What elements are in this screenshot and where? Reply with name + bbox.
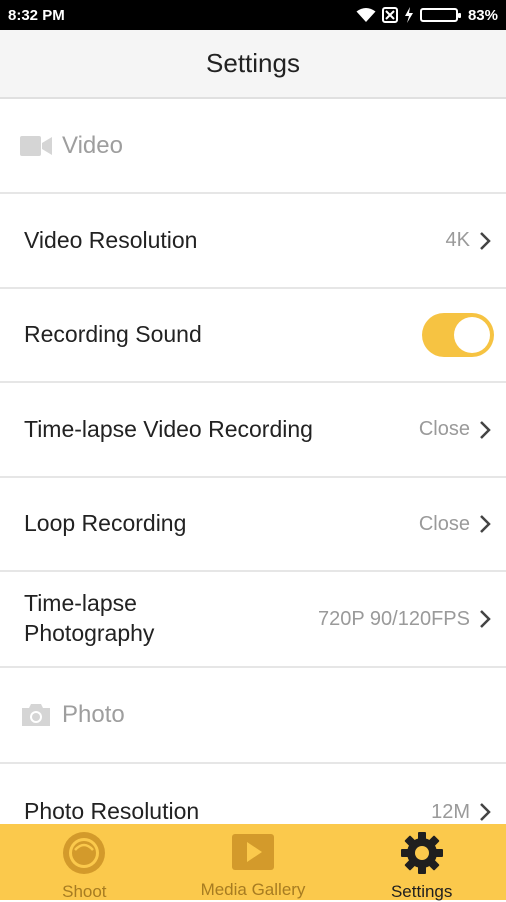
status-bar: 8:32 PM 83% [0,0,506,30]
page-title: Settings [206,48,300,78]
status-time: 8:32 PM [8,6,65,24]
section-photo: Photo [0,668,506,764]
chevron-right-icon [478,419,494,441]
battery-icon [419,8,461,22]
nav-shoot-label: Shoot [62,882,107,901]
section-video: Video [0,99,506,194]
nav-media-gallery[interactable]: Media Gallery [169,824,338,900]
bottom-nav: Shoot Media Gallery Settings [0,824,506,901]
battery-percent: 83% [467,6,498,24]
timelapse-video-value: Close [418,418,470,440]
photo-resolution-label: Photo Resolution [24,798,200,825]
section-photo-label: Photo [62,701,125,729]
chevron-right-icon [478,513,494,535]
nav-settings[interactable]: Settings [337,824,506,901]
timelapse-video-label: Time-lapse Video Recording [24,415,313,442]
recording-sound-row: Recording Sound [0,289,506,383]
chevron-right-icon [478,608,494,630]
timelapse-photo-label-line1: Time-lapse [24,590,137,617]
photo-resolution-value: 12M [431,800,470,823]
recording-sound-label: Recording Sound [24,321,202,348]
nav-media-gallery-label: Media Gallery [200,880,306,899]
loop-recording-row[interactable]: Loop Recording Close [0,478,506,572]
sim-icon [381,7,398,23]
header: Settings [0,30,506,99]
section-video-label: Video [62,131,123,159]
video-camera-icon [20,132,52,160]
timelapse-video-row[interactable]: Time-lapse Video Recording Close [0,383,506,478]
timelapse-photo-label: Time-lapse Photography [24,589,318,649]
gear-icon [398,830,446,876]
timelapse-photo-label-line2: Photography [24,620,155,646]
loop-recording-label: Loop Recording [24,510,187,537]
camera-icon [20,701,52,729]
timelapse-photo-value: 720P 90/120FPS [318,607,470,630]
status-icons: 83% [356,7,498,24]
lens-icon [60,830,108,876]
video-resolution-value: 4K [445,229,470,251]
nav-shoot[interactable]: Shoot [0,824,169,901]
video-resolution-label: Video Resolution [24,226,198,253]
chevron-right-icon [478,801,494,823]
video-resolution-row[interactable]: Video Resolution 4K [0,194,506,289]
chevron-right-icon [478,230,494,252]
play-icon [229,830,277,874]
loop-recording-value: Close [418,512,470,535]
recording-sound-toggle[interactable] [422,313,494,357]
nav-settings-label: Settings [390,882,453,901]
toggle-knob [454,317,490,353]
timelapse-photo-row[interactable]: Time-lapse Photography 720P 90/120FPS [0,572,506,668]
wifi-icon [356,7,376,23]
charging-icon [404,7,414,23]
